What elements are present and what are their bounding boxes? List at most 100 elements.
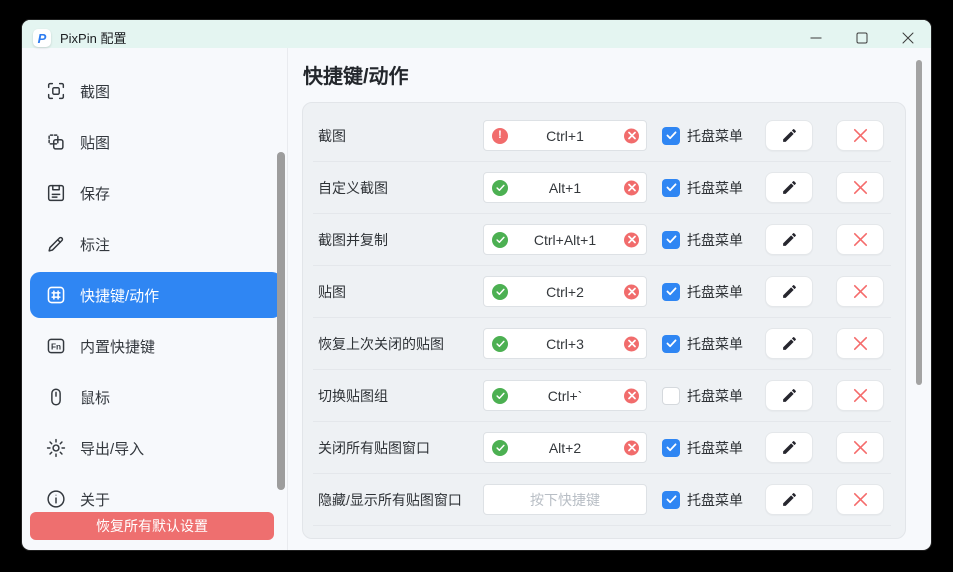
sidebar-items: 截图 贴图 保存 标注 快捷键/动作 Fn 内置快捷键 鼠标 导出/导入 关于 <box>22 68 287 522</box>
tray-menu-label: 托盘菜单 <box>687 126 743 146</box>
pin-image-icon <box>45 131 67 153</box>
clear-hotkey-button[interactable] <box>624 284 639 299</box>
edit-hotkey-button[interactable] <box>765 328 813 359</box>
tray-menu-label: 托盘菜单 <box>687 490 743 510</box>
sidebar-item-4[interactable]: 标注 <box>30 221 282 267</box>
tray-menu-label: 托盘菜单 <box>687 386 743 406</box>
tray-menu-checkbox[interactable] <box>662 283 680 301</box>
pixpin-logo-icon: P <box>33 29 51 47</box>
main-scrollbar[interactable] <box>916 60 922 385</box>
mouse-icon <box>45 386 67 408</box>
hotkey-row: 截图 ! Ctrl+1 托盘菜单 <box>313 110 891 162</box>
pixpin-config-window: P PixPin 配置 截图 贴图 保存 标注 快捷键/动作 <box>22 20 931 550</box>
hotkey-row: 贴图 Ctrl+2 托盘菜单 <box>313 266 891 318</box>
main-area: 快捷键/动作 截图 ! Ctrl+1 托盘菜单 自定义截图 Alt+1 <box>288 48 931 550</box>
hotkey-row-label: 截图 <box>318 126 483 146</box>
sidebar-item-2[interactable]: 贴图 <box>30 119 282 165</box>
tray-menu-checkbox[interactable] <box>662 439 680 457</box>
save-icon <box>45 182 67 204</box>
tray-menu-label: 托盘菜单 <box>687 282 743 302</box>
delete-hotkey-button[interactable] <box>836 224 884 255</box>
reset-defaults-button[interactable]: 恢复所有默认设置 <box>30 512 274 540</box>
hotkey-value: Alt+1 <box>549 180 581 196</box>
tray-menu-checkbox[interactable] <box>662 231 680 249</box>
hotkey-row-label: 隐藏/显示所有贴图窗口 <box>318 490 483 510</box>
edit-hotkey-button[interactable] <box>765 432 813 463</box>
edit-hotkey-button[interactable] <box>765 120 813 151</box>
hotkey-row-label: 贴图 <box>318 282 483 302</box>
delete-hotkey-button[interactable] <box>836 484 884 515</box>
edit-hotkey-button[interactable] <box>765 276 813 307</box>
titlebar[interactable]: P PixPin 配置 <box>22 20 931 48</box>
hotkey-value: Ctrl+Alt+1 <box>534 232 596 248</box>
hotkey-input[interactable]: Ctrl+Alt+1 <box>483 224 647 255</box>
clear-hotkey-button[interactable] <box>624 336 639 351</box>
hotkey-row-label: 关闭所有贴图窗口 <box>318 438 483 458</box>
delete-hotkey-button[interactable] <box>836 328 884 359</box>
hotkey-row-label: 自定义截图 <box>318 178 483 198</box>
tray-menu-checkbox[interactable] <box>662 491 680 509</box>
delete-hotkey-button[interactable] <box>836 380 884 411</box>
hotkey-row-label: 切换贴图组 <box>318 386 483 406</box>
delete-hotkey-button[interactable] <box>836 432 884 463</box>
hotkey-input[interactable]: Alt+2 <box>483 432 647 463</box>
hotkey-row-label: 截图并复制 <box>318 230 483 250</box>
hotkey-valid-icon <box>492 180 508 196</box>
tray-menu-label: 托盘菜单 <box>687 178 743 198</box>
tray-menu-checkbox[interactable] <box>662 387 680 405</box>
about-icon <box>45 488 67 510</box>
sidebar-item-1[interactable]: 截图 <box>30 68 282 114</box>
export-import-icon <box>45 437 67 459</box>
clear-hotkey-button[interactable] <box>624 232 639 247</box>
hotkey-valid-icon <box>492 336 508 352</box>
hotkey-input[interactable]: ! Ctrl+1 <box>483 120 647 151</box>
hotkey-value: Ctrl+` <box>548 388 583 404</box>
page-title: 快捷键/动作 <box>303 65 931 89</box>
hotkey-row: 截图并复制 Ctrl+Alt+1 托盘菜单 <box>313 214 891 266</box>
hotkey-input[interactable]: Ctrl+` <box>483 380 647 411</box>
hotkey-row-label: 恢复上次关闭的贴图 <box>318 334 483 354</box>
tray-menu-checkbox[interactable] <box>662 335 680 353</box>
tray-menu-checkbox[interactable] <box>662 127 680 145</box>
edit-hotkey-button[interactable] <box>765 380 813 411</box>
hotkey-input[interactable]: Alt+1 <box>483 172 647 203</box>
hotkey-value: Alt+2 <box>549 440 581 456</box>
hotkey-valid-icon <box>492 440 508 456</box>
hotkey-panel: 截图 ! Ctrl+1 托盘菜单 自定义截图 Alt+1 <box>302 102 906 539</box>
clear-hotkey-button[interactable] <box>624 440 639 455</box>
sidebar-scrollbar[interactable] <box>277 152 285 490</box>
hotkey-input[interactable]: 按下快捷键 <box>483 484 647 515</box>
delete-hotkey-button[interactable] <box>836 120 884 151</box>
fn-key-icon: Fn <box>45 335 67 357</box>
tray-menu-label: 托盘菜单 <box>687 230 743 250</box>
hotkey-valid-icon <box>492 284 508 300</box>
hotkey-value: Ctrl+1 <box>546 128 584 144</box>
tray-menu-checkbox[interactable] <box>662 179 680 197</box>
hotkey-row: 恢复上次关闭的贴图 Ctrl+3 托盘菜单 <box>313 318 891 370</box>
clear-hotkey-button[interactable] <box>624 388 639 403</box>
window-title: PixPin 配置 <box>60 28 126 47</box>
edit-hotkey-button[interactable] <box>765 224 813 255</box>
screenshot-icon <box>45 80 67 102</box>
tray-menu-label: 托盘菜单 <box>687 438 743 458</box>
sidebar-item-5[interactable]: 快捷键/动作 <box>30 272 282 318</box>
sidebar-item-8[interactable]: 导出/导入 <box>30 425 282 471</box>
hotkey-input[interactable]: Ctrl+3 <box>483 328 647 359</box>
annotate-icon <box>45 233 67 255</box>
hotkey-row: 隐藏/显示所有贴图窗口 按下快捷键 托盘菜单 <box>313 474 891 526</box>
hotkey-value: Ctrl+3 <box>546 336 584 352</box>
edit-hotkey-button[interactable] <box>765 172 813 203</box>
clear-hotkey-button[interactable] <box>624 128 639 143</box>
hotkey-valid-icon <box>492 388 508 404</box>
svg-text:Fn: Fn <box>51 342 61 351</box>
hotkey-value: Ctrl+2 <box>546 284 584 300</box>
delete-hotkey-button[interactable] <box>836 276 884 307</box>
clear-hotkey-button[interactable] <box>624 180 639 195</box>
sidebar-item-3[interactable]: 保存 <box>30 170 282 216</box>
sidebar-item-6[interactable]: Fn 内置快捷键 <box>30 323 282 369</box>
delete-hotkey-button[interactable] <box>836 172 884 203</box>
hotkey-input[interactable]: Ctrl+2 <box>483 276 647 307</box>
edit-hotkey-button[interactable] <box>765 484 813 515</box>
hotkey-conflict-icon: ! <box>492 128 508 144</box>
sidebar-item-7[interactable]: 鼠标 <box>30 374 282 420</box>
